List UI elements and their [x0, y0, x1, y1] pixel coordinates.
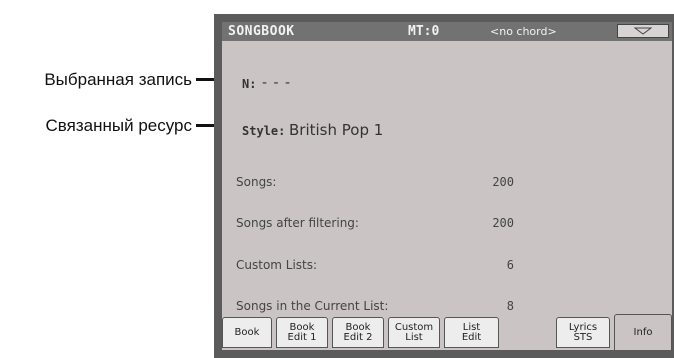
callout-selected-entry-text: Выбранная запись [44, 70, 192, 89]
tab-lyrics-sts[interactable]: Lyrics STS [556, 317, 610, 348]
callout-linked-resource-text: Связанный ресурс [45, 116, 192, 135]
tab-book-edit-2[interactable]: Book Edit 2 [332, 317, 384, 348]
songs-after-filtering-value: 200 [492, 216, 514, 230]
tab-bar: Book Book Edit 1 Book Edit 2 Custom List… [222, 314, 672, 350]
tab-list-edit[interactable]: List Edit [444, 317, 499, 348]
songs-value: 200 [492, 175, 514, 189]
title-bar: SONGBOOK MT:0 <no chord> [222, 22, 672, 41]
chord-display: <no chord> [490, 25, 557, 38]
custom-lists-value: 6 [506, 258, 514, 272]
page-menu-button[interactable] [617, 24, 669, 38]
master-transpose: MT:0 [408, 24, 440, 39]
tab-book[interactable]: Book [222, 317, 272, 348]
songs-in-current-list-label: Songs in the Current List: [236, 299, 389, 313]
entry-number-value[interactable]: - - - [262, 75, 291, 91]
tab-custom-list[interactable]: Custom List [388, 317, 440, 348]
style-label: Style: [242, 124, 286, 138]
device-screen: SONGBOOK MT:0 <no chord> N: - - - Style:… [214, 14, 674, 358]
custom-lists-label: Custom Lists: [236, 258, 318, 272]
triangle-down-icon [634, 27, 652, 35]
style-value[interactable]: British Pop 1 [289, 121, 383, 139]
tab-book-edit-1[interactable]: Book Edit 1 [276, 317, 328, 348]
page-title: SONGBOOK [228, 24, 295, 39]
songs-in-current-list-value: 8 [506, 299, 514, 313]
entry-number-label: N: [242, 77, 257, 91]
display-panel: SONGBOOK MT:0 <no chord> N: - - - Style:… [222, 22, 672, 350]
tab-info[interactable]: Info [614, 314, 672, 350]
songs-after-filtering-label: Songs after filtering: [236, 216, 359, 230]
songs-label: Songs: [236, 175, 277, 189]
